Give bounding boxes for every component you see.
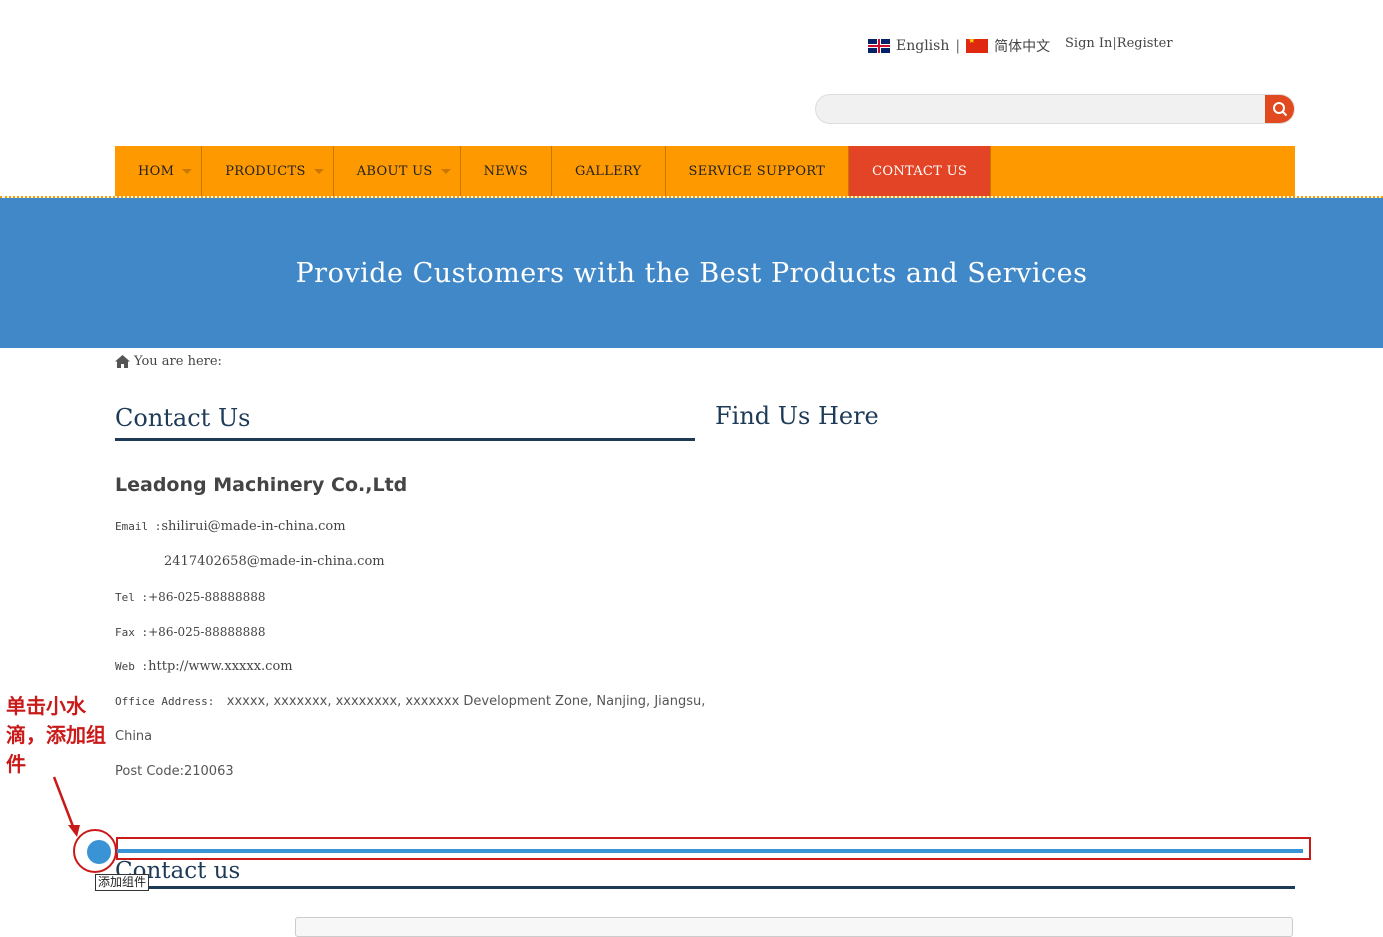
auth-links: Sign In|Register [1065,36,1173,51]
language-switcher: English | 简体中文 [868,36,1050,56]
contact-form-heading: Contact us [115,858,1295,889]
fax-row: Fax :+86-025-88888888 [115,625,266,640]
form-input[interactable] [295,917,1293,937]
nav-label: GALLERY [574,163,642,179]
fax-value: +86-025-88888888 [148,625,266,639]
main-nav: HOM PRODUCTS ABOUT US NEWS GALLERY SERVI… [115,146,1295,196]
caret-down-icon [440,168,451,174]
nav-label: NEWS [483,163,528,179]
tel-value: +86-025-88888888 [148,590,266,604]
hero-banner: Provide Customers with the Best Products… [0,198,1383,348]
uk-flag-icon[interactable] [868,39,890,53]
divider: | [955,38,961,54]
nav-item-products[interactable]: PRODUCTS [202,146,334,196]
email-row-2: 2417402658@made-in-china.com [164,554,385,569]
nav-label: CONTACT US [872,163,968,179]
sign-in-link[interactable]: Sign In [1065,36,1112,51]
search-button[interactable] [1265,95,1294,123]
component-insert-line [117,849,1303,853]
cn-flag-icon[interactable] [966,39,989,53]
web-row: Web :http://www.xxxxx.com [115,659,293,674]
nav-item-gallery[interactable]: GALLERY [552,146,666,196]
nav-label: HOM [138,163,175,179]
email-label: Email : [115,520,162,533]
contact-heading: Contact Us [115,404,695,441]
search-bar [815,94,1295,124]
address-row: Office Address: xxxxx, xxxxxxx, xxxxxxxx… [115,694,705,709]
post-code: Post Code:210063 [115,764,234,779]
annotation-text: 单击小水滴，添加组件 [6,694,106,776]
email-value[interactable]: shilirui@made-in-china.com [161,519,345,534]
nav-label: PRODUCTS [225,163,306,179]
nav-label: ABOUT US [356,163,433,179]
lang-english-link[interactable]: English [896,38,949,54]
caret-down-icon [182,168,193,174]
address-line-1: xxxxx, xxxxxxx, xxxxxxxx, xxxxxxx Develo… [226,694,706,709]
nav-item-about-us[interactable]: ABOUT US [334,146,461,196]
register-link[interactable]: Register [1117,36,1173,51]
caret-down-icon [313,168,324,174]
address-line-2: China [115,729,153,744]
fax-label: Fax : [115,626,149,639]
breadcrumb: You are here: [115,354,222,369]
nav-label: SERVICE SUPPORT [688,163,826,179]
find-us-heading: Find Us Here [715,402,879,430]
company-name: Leadong Machinery Co.,Ltd [115,474,408,496]
water-drop-icon[interactable] [87,840,111,864]
nav-item-service-support[interactable]: SERVICE SUPPORT [666,146,850,196]
breadcrumb-label: You are here: [134,354,222,369]
search-icon [1272,102,1287,117]
banner-text: Provide Customers with the Best Products… [295,257,1088,289]
search-input[interactable] [816,95,1280,123]
home-icon[interactable] [115,355,130,368]
tel-row: Tel :+86-025-88888888 [115,590,266,605]
email-row: Email :shilirui@made-in-china.com [115,519,346,534]
web-label: Web : [115,660,149,673]
address-label: Office Address: [115,695,215,708]
lang-chinese-link[interactable]: 简体中文 [994,36,1050,56]
nav-item-contact-us[interactable]: CONTACT US [849,146,992,196]
email-value-2[interactable]: 2417402658@made-in-china.com [164,554,385,569]
nav-item-news[interactable]: NEWS [461,146,552,196]
tel-label: Tel : [115,591,149,604]
add-component-tooltip: 添加组件 [95,874,150,891]
nav-item-home[interactable]: HOM [115,146,203,196]
web-value[interactable]: http://www.xxxxx.com [148,659,292,674]
